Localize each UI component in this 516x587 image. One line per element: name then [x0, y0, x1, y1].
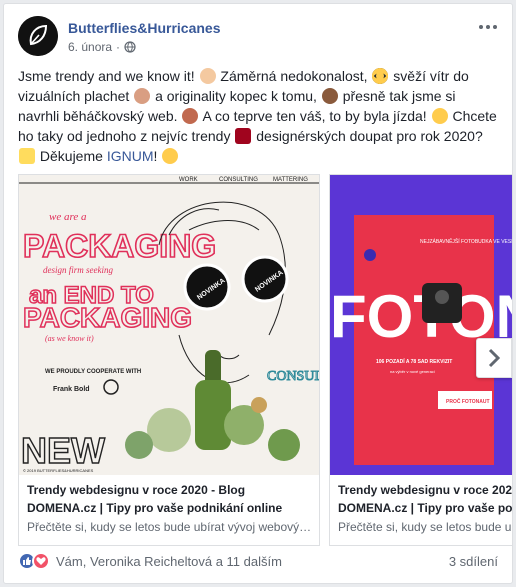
text-part: A co teprve ten váš, to by byla jízda!: [202, 108, 427, 124]
chevron-right-icon: [488, 348, 500, 368]
post-date[interactable]: 6. února: [68, 40, 112, 54]
new-word: NEW: [21, 430, 105, 471]
tile-image[interactable]: NEJZÁBAVNĚJŠÍ FOTOBUDKA VE VESMÍRU FOTON…: [330, 175, 513, 475]
smiling-face-emoji-icon: [162, 148, 179, 164]
butterfly-emoji-icon: [182, 108, 199, 124]
text-part: designérských doupat pro rok 2020?: [256, 128, 483, 144]
tile-description: Přečtěte si, kudy se letos bude ubírat v…: [338, 520, 512, 534]
novinka-lens-right: [241, 255, 289, 303]
text-part: a originality kopec k tomu,: [155, 88, 317, 104]
bottle-body: [195, 380, 231, 450]
page-avatar[interactable]: [18, 16, 58, 56]
post-footer: Vám, Veronika Reicheltová a 11 dalším 3 …: [18, 549, 498, 573]
shares-count-link[interactable]: 3 sdílení: [449, 554, 498, 569]
dot-icon: [493, 25, 497, 29]
tile-caption[interactable]: Trendy webdesignu v roce 2020 - Blog DOM…: [338, 481, 512, 535]
consul-word: CONSUL: [267, 369, 319, 384]
link-carousel: WORK CONSULTING MATTERING we are a PACKA…: [18, 174, 513, 548]
tile-caption[interactable]: Trendy webdesignu v roce 2020 - Blog DOM…: [27, 481, 315, 535]
line-design-firm: design firm seeking: [43, 265, 113, 275]
post-header: Butterflies&Hurricanes 6. února ·: [18, 16, 500, 60]
line-packaging-2: PACKAGING: [23, 302, 192, 333]
reactions-text-link[interactable]: Vám, Veronika Reicheltová a 11 dalším: [56, 554, 282, 569]
frank-bold-logo-text: Frank Bold: [53, 386, 90, 393]
nav-work-label: WORK: [179, 177, 198, 183]
post-card: Butterflies&Hurricanes 6. února · Jsme t…: [3, 3, 513, 584]
decor-ball: [364, 249, 376, 261]
flower-bunch: [125, 431, 153, 459]
novinka-lens-left: [183, 263, 231, 311]
dot-icon: [486, 25, 490, 29]
globe-icon[interactable]: [124, 41, 136, 53]
footer-copyright: © 2019 BUTTERFLIES&HURRICANES: [23, 468, 94, 473]
foton-stat: 106 POZADÍ A 78 SAD REKVIZIT: [376, 357, 452, 365]
post-text: Jsme trendy and we know it! Záměrná nedo…: [18, 66, 500, 166]
camera-lens: [435, 290, 449, 304]
post-meta: 6. února ·: [68, 40, 136, 54]
carousel-tile[interactable]: WORK CONSULTING MATTERING we are a PACKA…: [18, 174, 320, 546]
hands-emoji-icon: [199, 68, 216, 84]
sunglasses-emoji-icon: [372, 68, 389, 84]
flower-bunch: [147, 408, 191, 452]
star-struck-emoji-icon: [431, 108, 448, 124]
teddy-bear-emoji-icon: [321, 88, 338, 104]
tile-image[interactable]: WORK CONSULTING MATTERING we are a PACKA…: [19, 175, 319, 475]
high-heel-emoji-icon: [235, 128, 252, 144]
palette-emoji-icon: [134, 88, 151, 104]
text-part: Děkujeme: [39, 148, 103, 164]
tile-description: Přečtěte si, kudy se letos bude ubírat v…: [27, 520, 315, 534]
foton-cta-label: PROČ FOTONAUT: [446, 398, 490, 405]
butterfly-logo-icon: [18, 16, 58, 56]
line-packaging: PACKAGING: [23, 228, 216, 264]
text-part: Jsme trendy and we know it!: [18, 68, 195, 84]
line-as-we-know-it: (as we know it): [45, 334, 94, 343]
more-options-button[interactable]: [476, 20, 500, 34]
text-part: Záměrná nedokonalost,: [220, 68, 368, 84]
meta-separator: ·: [116, 40, 121, 54]
nav-mattering-label: MATTERING: [273, 177, 308, 183]
text-part: !: [153, 148, 158, 164]
dot-icon: [479, 25, 483, 29]
cooperate-label: WE PROUDLY COOPERATE WITH: [45, 369, 141, 375]
tile-title[interactable]: Trendy webdesignu v roce 2020 - Blog DOM…: [338, 481, 512, 517]
folded-hands-emoji-icon: [19, 148, 35, 164]
page-name-link[interactable]: Butterflies&Hurricanes: [68, 20, 221, 36]
foton-sub: na výběr v nové generaci: [390, 369, 435, 374]
reaction-icons[interactable]: [18, 552, 50, 570]
nav-consulting-label: CONSULTING: [219, 177, 258, 183]
flower-bunch: [268, 429, 300, 461]
tile-title[interactable]: Trendy webdesignu v roce 2020 - Blog DOM…: [27, 481, 315, 517]
flower-bunch: [251, 397, 267, 413]
ignum-mention-link[interactable]: IGNUM: [107, 148, 154, 164]
foton-tagline: NEJZÁBAVNĚJŠÍ FOTOBUDKA VE VESMÍRU: [420, 237, 513, 245]
love-reaction-icon: [32, 552, 50, 570]
carousel-next-button[interactable]: [476, 338, 512, 378]
line-we-are-a: we are a: [49, 211, 87, 223]
